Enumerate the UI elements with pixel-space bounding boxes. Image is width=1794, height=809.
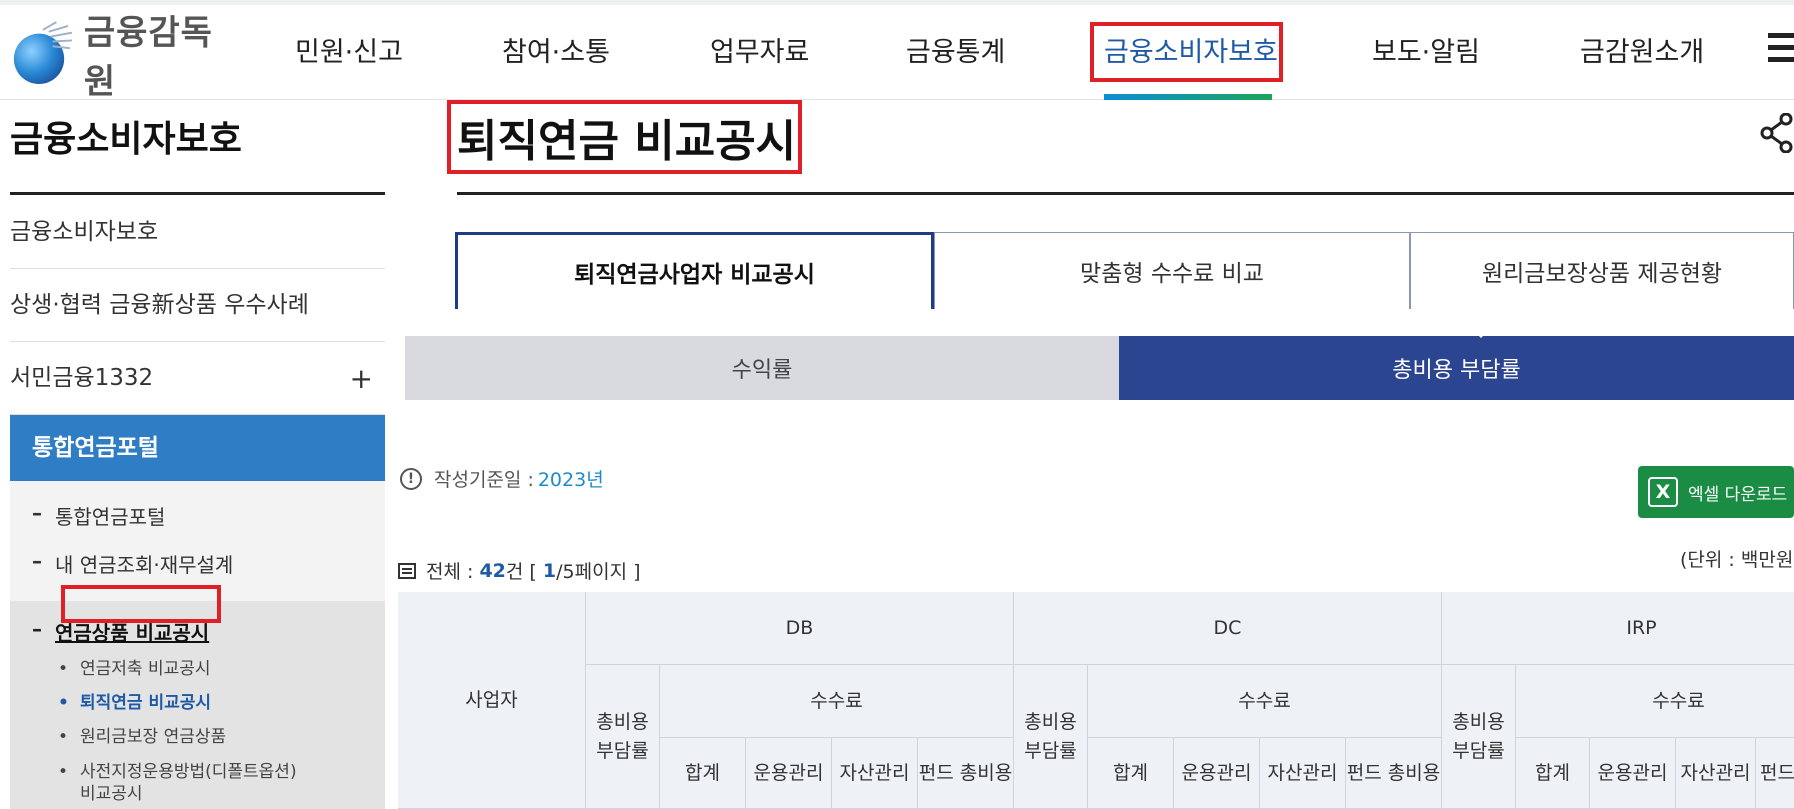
- header-db-fund[interactable]: 펀드 총비용: [918, 738, 1014, 809]
- site-header: 금융감독원 민원·신고 참여·소통 업무자료 금융통계 금융소비자보호 보도·알…: [0, 5, 1794, 102]
- header-db-ratio[interactable]: 총비용 부담률: [586, 665, 660, 809]
- ratio-line1: 총비용: [1452, 711, 1505, 733]
- sidebar-item-consumer-protection[interactable]: 금융소비자보호: [10, 196, 385, 269]
- bullet-dot-icon: •: [58, 762, 69, 782]
- bullet-dot-icon: •: [58, 659, 69, 679]
- bullet-dot-icon: •: [58, 727, 69, 747]
- comparison-table: 사업자 DB 총비용 부담률 수수료 합계 운용관리 자산관리 펀드 총비용 D…: [398, 592, 1794, 809]
- excel-download-button[interactable]: X 엑셀 다운로드: [1638, 466, 1794, 518]
- page-suffix: /5페이지 ]: [556, 561, 641, 583]
- excel-icon: X: [1648, 477, 1678, 507]
- sidebar-item-label: 서민금융1332: [10, 365, 154, 391]
- sidebar-bullet-default-option[interactable]: • 사전지정운용방법(디폴트옵션) 비교공시: [58, 761, 297, 805]
- sidebar-title-divider: [10, 192, 385, 195]
- ratio-line1: 총비용: [1024, 711, 1077, 733]
- header-db-operation[interactable]: 운용관리: [746, 738, 832, 809]
- nav-press-notice[interactable]: 보도·알림: [1372, 30, 1480, 69]
- header-dc-asset[interactable]: 자산관리: [1260, 738, 1346, 809]
- sidebar-current-group: – 연금상품 비교공시 • 연금저축 비교공시 • 퇴직연금 비교공시 • 원리…: [10, 601, 385, 809]
- sidebar-bullet-label: 사전지정운용방법(디폴트옵션): [80, 762, 297, 782]
- sidebar-subitem-pension-lookup[interactable]: – 내 연금조회·재무설계: [10, 549, 385, 578]
- header-irp-fee: 수수료: [1516, 665, 1794, 738]
- title-highlight-box: [447, 100, 802, 174]
- header-irp-asset[interactable]: 자산관리: [1676, 738, 1756, 809]
- header-dc-operation[interactable]: 운용관리: [1174, 738, 1260, 809]
- subtab-total-cost-ratio[interactable]: 총비용 부담률: [1119, 336, 1794, 400]
- header-irp-ratio[interactable]: 총비용 부담률: [1442, 665, 1516, 809]
- bullet-dot-icon: •: [58, 693, 69, 713]
- list-icon: [398, 562, 416, 579]
- header-company[interactable]: 사업자: [398, 592, 586, 809]
- nav-active-underline: [1104, 94, 1272, 100]
- tab-guaranteed-products[interactable]: 원리금보장상품 제공현황: [1410, 232, 1794, 309]
- sidebar-title: 금융소비자보호: [10, 119, 242, 160]
- tab-provider-comparison[interactable]: 퇴직연금사업자 비교공시: [455, 232, 934, 309]
- sub-tabs: 수익률 총비용 부담률: [405, 336, 1794, 400]
- sidebar-bullet-label: 퇴직연금 비교공시: [80, 693, 212, 713]
- dash-icon: –: [32, 501, 42, 525]
- sidebar-item-1332[interactable]: 서민금융1332 +: [10, 342, 385, 415]
- hamburger-menu-icon[interactable]: [1768, 33, 1794, 67]
- sidebar-bullet-label: 연금저축 비교공시: [80, 659, 211, 679]
- total-suffix: 건 [: [505, 561, 537, 583]
- total-count: 전체 : 42 건 [ 1/5페이지 ]: [398, 557, 641, 584]
- header-db-sum[interactable]: 합계: [660, 738, 746, 809]
- ratio-line1: 총비용: [596, 711, 649, 733]
- expand-plus-icon[interactable]: +: [350, 342, 373, 415]
- ratio-line2: 부담률: [1024, 739, 1077, 762]
- nav-about-fss[interactable]: 금감원소개: [1580, 30, 1704, 69]
- basis-value: 2023년: [537, 469, 604, 491]
- basis-date: ! 작성기준일 : 2023년: [400, 465, 604, 492]
- info-icon: !: [400, 467, 422, 490]
- sidebar-bullet-guaranteed[interactable]: • 원리금보장 연금상품: [58, 726, 227, 748]
- main-navigation: 민원·신고 참여·소통 업무자료 금융통계 금융소비자보호 보도·알림 금감원소…: [0, 5, 1794, 100]
- total-label: 전체 :: [426, 561, 474, 583]
- sidebar-bullet-label-line2: 비교공시: [80, 784, 143, 804]
- sidebar-section-pension-portal[interactable]: 통합연금포털: [10, 415, 385, 481]
- header-dc-fee: 수수료: [1088, 665, 1442, 738]
- header-group-db: DB: [586, 592, 1014, 665]
- sidebar-subitem-portal[interactable]: – 통합연금포털: [10, 501, 385, 530]
- total-number: 42: [479, 559, 506, 582]
- header-db-fee: 수수료: [660, 665, 1014, 738]
- header-dc-sum[interactable]: 합계: [1088, 738, 1174, 809]
- tab-custom-fee-comparison[interactable]: 맞춤형 수수료 비교: [934, 232, 1410, 309]
- basis-label: 작성기준일 :: [434, 469, 534, 491]
- nav-work-materials[interactable]: 업무자료: [710, 30, 809, 69]
- header-group-dc: DC: [1014, 592, 1442, 665]
- active-subtab-notch: [1474, 331, 1488, 338]
- nav-participation[interactable]: 참여·소통: [502, 30, 610, 69]
- header-irp-fund[interactable]: 펀드 총비용: [1756, 738, 1794, 809]
- header-db-asset[interactable]: 자산관리: [832, 738, 918, 809]
- dash-icon: –: [32, 617, 42, 641]
- sidebar-bullet-savings[interactable]: • 연금저축 비교공시: [58, 658, 211, 680]
- current-page: 1: [542, 559, 557, 582]
- header-irp-sum[interactable]: 합계: [1516, 738, 1590, 809]
- ratio-line2: 부담률: [596, 739, 649, 762]
- sidebar-bullet-label: 원리금보장 연금상품: [80, 727, 227, 747]
- share-icon[interactable]: [1760, 113, 1794, 153]
- sidebar-subitem-label: 통합연금포털: [55, 505, 166, 529]
- nav-financial-statistics[interactable]: 금융통계: [906, 30, 1005, 69]
- sidebar-highlight-box: [61, 585, 221, 623]
- title-divider: [457, 192, 1794, 195]
- unit-label: (단위 : 백만원, %): [1680, 549, 1794, 571]
- sidebar-submenu: – 통합연금포털 – 내 연금조회·재무설계: [10, 481, 385, 601]
- ratio-line2: 부담률: [1452, 739, 1505, 762]
- sidebar-bullet-retirement[interactable]: • 퇴직연금 비교공시: [58, 692, 212, 714]
- dash-icon: –: [32, 549, 42, 573]
- main-tabs: 퇴직연금사업자 비교공시 맞춤형 수수료 비교 원리금보장상품 제공현황: [455, 232, 1794, 309]
- header-dc-ratio[interactable]: 총비용 부담률: [1014, 665, 1088, 809]
- header-group-irp: IRP: [1442, 592, 1794, 665]
- nav-complaints[interactable]: 민원·신고: [295, 30, 403, 69]
- subtab-returns[interactable]: 수익률: [405, 336, 1119, 400]
- sidebar-subitem-label: 내 연금조회·재무설계: [55, 553, 234, 577]
- sidebar-item-best-practices[interactable]: 상생·협력 금융新상품 우수사례: [10, 269, 385, 342]
- excel-download-label: 엑셀 다운로드: [1688, 484, 1788, 505]
- header-dc-fund[interactable]: 펀드 총비용: [1346, 738, 1442, 809]
- header-irp-operation[interactable]: 운용관리: [1590, 738, 1676, 809]
- nav-highlight-box: [1090, 22, 1283, 82]
- left-sidebar: 금융소비자보호 금융소비자보호 상생·협력 금융新상품 우수사례 서민금융133…: [10, 100, 385, 809]
